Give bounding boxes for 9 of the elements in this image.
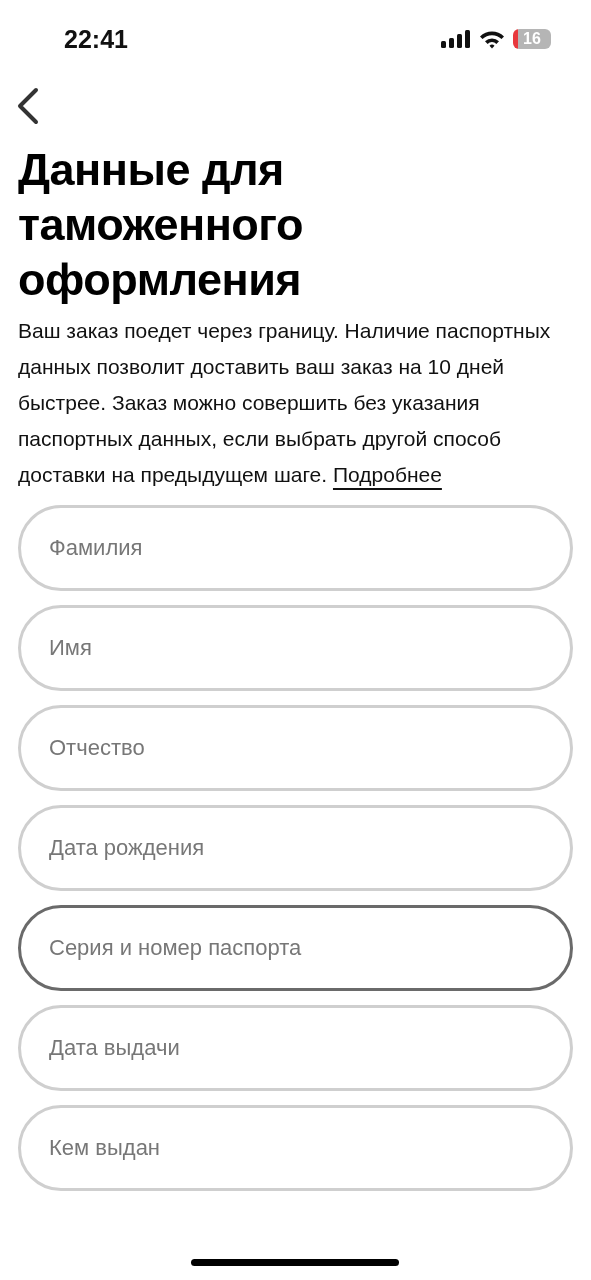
status-time: 22:41	[64, 24, 128, 54]
input-field[interactable]: Серия и номер паспорта	[18, 905, 573, 991]
more-link[interactable]: Подробнее	[332, 463, 442, 486]
description-text: Ваш заказ поедет через границу. Наличие паспортных данных позволит доставить ваш заказ на 10 дней быстрее. Заказ можно совершить без указания паспортных данных, если выбрать другой способ доставки на предыдущем шаге. Подробнее	[18, 318, 552, 488]
page-title: Данные для таможенного оформления	[18, 143, 304, 307]
battery-level: 16	[513, 29, 551, 49]
wifi-icon	[479, 29, 505, 49]
signal-icon	[441, 30, 471, 48]
back-icon	[16, 87, 40, 125]
